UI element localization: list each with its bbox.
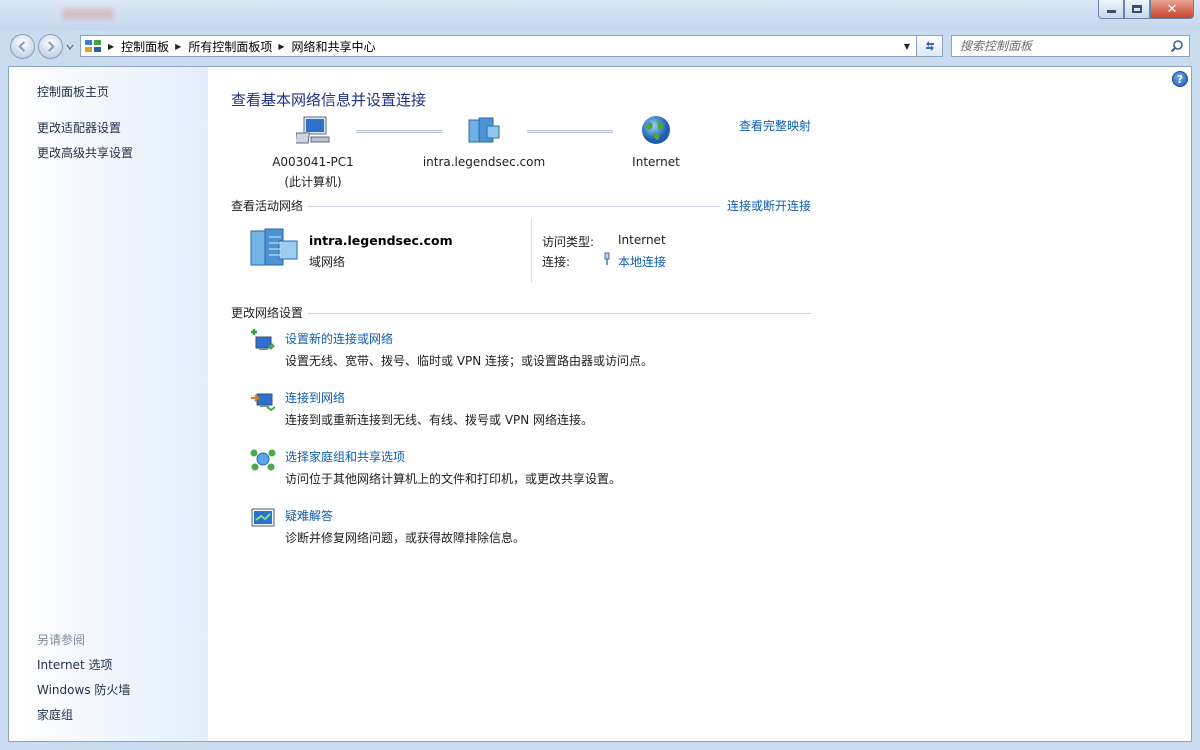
setup-connection-description: 设置无线、宽带、拨号、临时或 VPN 连接；或设置路由器或访问点。 [285,354,654,368]
breadcrumb-all-items[interactable]: 所有控制面板项 [188,38,272,55]
search-box [951,35,1190,57]
search-icon[interactable] [1170,39,1184,53]
sidebar-item-adapter-settings[interactable]: 更改适配器设置 [37,119,121,136]
homegroup-sharing-link[interactable]: 选择家庭组和共享选项 [285,448,405,465]
sidebar-item-internet-options[interactable]: Internet 选项 [37,656,112,673]
close-icon: ✕ [1166,1,1178,17]
connect-to-network-description: 连接到或重新连接到无线、有线、拨号或 VPN 网络连接。 [285,413,594,427]
arrow-left-icon [18,41,26,52]
new-connection-icon[interactable] [250,329,276,353]
address-bar[interactable]: ▶ 控制面板 ▶ 所有控制面板项 ▶ 网络和共享中心 ▼ [80,35,917,57]
back-button[interactable] [10,34,35,59]
page-title: 查看基本网络信息并设置连接 [231,91,427,109]
local-connection-link[interactable]: 本地连接 [618,253,666,270]
domain-network-icon[interactable] [249,227,299,269]
breadcrumb-separator-icon[interactable]: ▶ [278,42,284,51]
globe-icon[interactable] [640,114,672,146]
refresh-button[interactable] [917,35,943,57]
title-bar: ✕ [0,0,1200,30]
homegroup-sharing-description: 访问位于其他网络计算机上的文件和打印机，或更改共享设置。 [285,472,622,486]
ethernet-icon [604,252,610,265]
sidebar-item-windows-firewall[interactable]: Windows 防火墙 [37,681,130,698]
active-network-name: intra.legendsec.com [309,233,453,248]
maximize-button[interactable] [1124,0,1150,19]
control-panel-icon [85,40,101,52]
minimize-button[interactable] [1098,0,1124,19]
map-network-name: intra.legendsec.com [422,155,546,169]
computer-icon[interactable] [296,115,332,147]
sidebar-item-homegroup[interactable]: 家庭组 [37,706,73,723]
setup-connection-link[interactable]: 设置新的连接或网络 [285,330,393,347]
navigation-bar: ▶ 控制面板 ▶ 所有控制面板项 ▶ 网络和共享中心 ▼ [0,30,1200,62]
sidebar-item-advanced-sharing[interactable]: 更改高级共享设置 [37,144,133,161]
recent-pages-dropdown-icon[interactable] [66,43,74,51]
breadcrumb-network-center[interactable]: 网络和共享中心 [292,38,376,55]
access-type-value: Internet [618,233,666,247]
computer-name: A003041-PC1 [272,155,354,169]
refresh-icon [925,41,934,51]
window-title-blurred [62,8,114,20]
change-settings-heading: 更改网络设置 [231,306,304,320]
help-icon[interactable]: ? [1172,71,1188,87]
search-input[interactable] [960,39,1165,53]
connect-disconnect-link[interactable]: 连接或断开连接 [727,197,811,214]
maximize-icon [1132,5,1142,13]
network-icon[interactable] [467,116,501,146]
breadcrumb-separator-icon[interactable]: ▶ [108,42,114,51]
map-connection-line [527,130,613,133]
view-full-map-link[interactable]: 查看完整映射 [739,117,811,134]
minimize-icon [1106,10,1116,13]
access-type-label: 访问类型: [542,235,595,249]
section-divider [308,206,720,207]
see-also-heading: 另请参阅 [37,633,86,647]
breadcrumb-control-panel[interactable]: 控制面板 [121,38,169,55]
computer-subtitle: (此计算机) [284,175,342,189]
connect-to-network-link[interactable]: 连接到网络 [285,389,345,406]
close-button[interactable]: ✕ [1150,0,1194,19]
troubleshoot-link[interactable]: 疑难解答 [285,507,333,524]
sidebar: 控制面板主页 更改适配器设置 更改高级共享设置 另请参阅 Internet 选项… [9,67,208,741]
sidebar-control-panel-home[interactable]: 控制面板主页 [37,83,109,100]
arrow-right-icon [47,41,55,52]
content-area: 控制面板主页 更改适配器设置 更改高级共享设置 另请参阅 Internet 选项… [8,66,1192,742]
map-connection-line [356,130,442,133]
connection-label: 连接: [542,255,571,269]
map-internet-label: Internet [632,155,680,169]
main-panel: ? 查看基本网络信息并设置连接 查看完整映射 A003041-PC1 (此计算机… [208,67,1191,741]
connect-network-icon[interactable] [250,388,276,412]
forward-button[interactable] [38,34,63,59]
window-controls: ✕ [1098,0,1194,19]
section-divider [308,313,811,314]
homegroup-sharing-icon[interactable] [250,447,276,471]
active-network-type: 域网络 [309,255,346,269]
active-network-separator [531,219,532,283]
breadcrumb: ▶ 控制面板 ▶ 所有控制面板项 ▶ 网络和共享中心 [102,38,376,55]
address-dropdown-icon[interactable]: ▼ [900,39,914,53]
troubleshoot-description: 诊断并修复网络问题，或获得故障排除信息。 [285,531,526,545]
active-networks-heading: 查看活动网络 [231,199,304,213]
troubleshoot-icon[interactable] [250,506,276,530]
breadcrumb-separator-icon[interactable]: ▶ [175,42,181,51]
